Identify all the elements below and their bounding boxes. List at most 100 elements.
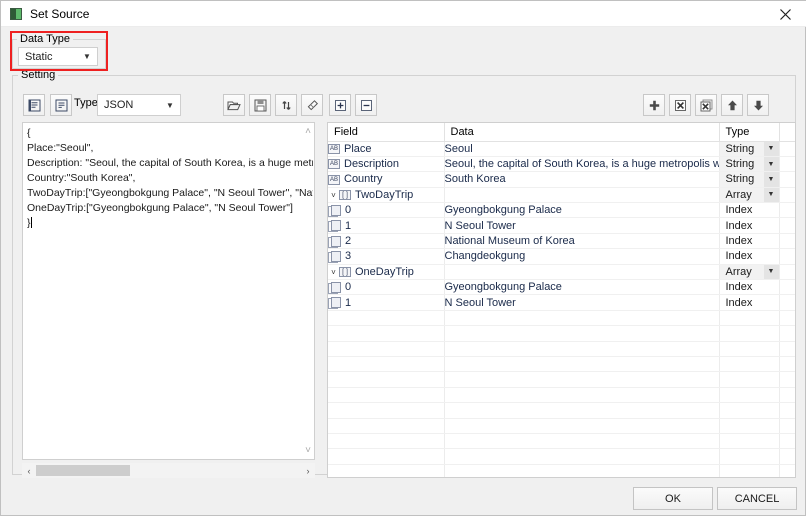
table-row-empty[interactable] (328, 464, 795, 478)
cell-data[interactable]: N Seoul Tower (444, 295, 719, 310)
cancel-button[interactable]: CANCEL (717, 487, 797, 510)
move-down-icon[interactable] (747, 94, 769, 116)
cell-type[interactable]: Index (719, 218, 779, 233)
table-row-empty[interactable] (328, 449, 795, 464)
json-text-editor[interactable]: {Place:"Seoul",Description: "Seoul, the … (22, 122, 315, 460)
chevron-down-icon[interactable]: ˅ (328, 191, 339, 200)
table-row-empty[interactable] (328, 326, 795, 341)
table-row-empty[interactable] (328, 403, 795, 418)
collapse-all-icon[interactable] (355, 94, 377, 116)
cell-type[interactable]: Array▼ (719, 187, 779, 202)
app-square-icon (10, 8, 22, 20)
column-header-field[interactable]: Field (328, 123, 444, 141)
table-row[interactable]: 0Gyeongbokgung PalaceIndex (328, 203, 795, 218)
table-row[interactable]: 1N Seoul TowerIndex (328, 295, 795, 310)
cell-field[interactable]: 0 (328, 203, 444, 218)
format-text-icon[interactable] (50, 94, 72, 116)
cell-type[interactable]: Index (719, 280, 779, 295)
table-row[interactable]: ABCountrySouth KoreaString▼ (328, 172, 795, 187)
cell-data[interactable]: Changdeokgung (444, 249, 719, 264)
cell-data (444, 464, 719, 478)
cell-data (444, 449, 719, 464)
editor-scroll-down-icon[interactable]: ˅ (305, 445, 311, 456)
cell-data[interactable]: South Korea (444, 172, 719, 187)
close-icon[interactable] (763, 1, 806, 27)
cell-field[interactable]: 1 (328, 295, 444, 310)
cell-field[interactable]: 2 (328, 233, 444, 248)
cell-field[interactable]: ˅[ ]TwoDayTrip (328, 187, 444, 202)
format-indent-icon[interactable] (23, 94, 45, 116)
cell-type[interactable]: Array▼ (719, 264, 779, 279)
cell-field[interactable]: ˅[ ]OneDayTrip (328, 264, 444, 279)
chevron-down-icon[interactable]: ▼ (764, 188, 779, 202)
index-type-icon (328, 236, 340, 247)
chevron-down-icon[interactable]: ▼ (764, 265, 779, 279)
cell-field[interactable]: 0 (328, 280, 444, 295)
cell-field[interactable]: 1 (328, 218, 444, 233)
cell-type[interactable]: String▼ (719, 172, 779, 187)
cell-data[interactable]: National Museum of Korea (444, 233, 719, 248)
field-name: 2 (345, 235, 351, 247)
column-header-type[interactable]: Type (719, 123, 779, 141)
cell-type[interactable]: Index (719, 249, 779, 264)
delete-row-icon[interactable] (669, 94, 691, 116)
cell-data[interactable]: Seoul (444, 141, 719, 156)
chevron-down-icon[interactable]: ▼ (764, 142, 779, 156)
eraser-icon[interactable] (301, 94, 323, 116)
delete-all-icon[interactable] (695, 94, 717, 116)
table-row[interactable]: 2 National Museum of KoreaIndex (328, 233, 795, 248)
cell-field[interactable]: 3 (328, 249, 444, 264)
cell-type[interactable]: Index (719, 233, 779, 248)
save-disk-icon[interactable] (249, 94, 271, 116)
table-row-empty[interactable] (328, 418, 795, 433)
table-row[interactable]: ˅[ ]TwoDayTrip Array▼ (328, 187, 795, 202)
editor-scroll-up-icon[interactable]: ˄ (305, 126, 311, 137)
table-row[interactable]: 3ChangdeokgungIndex (328, 249, 795, 264)
ok-button[interactable]: OK (633, 487, 713, 510)
cell-pad (779, 295, 795, 310)
column-header-data[interactable]: Data (444, 123, 719, 141)
chevron-down-icon[interactable]: ˅ (328, 268, 339, 277)
cell-type (719, 403, 779, 418)
cell-data[interactable]: Seoul, the capital of South Korea, is a … (444, 156, 719, 171)
chevron-down-icon[interactable]: ▼ (764, 172, 779, 186)
editor-horizontal-scrollbar[interactable]: ‹ › (22, 463, 315, 478)
table-row-empty[interactable] (328, 341, 795, 356)
cell-data[interactable] (444, 187, 719, 202)
cell-field[interactable]: ABCountry (328, 172, 444, 187)
chevron-down-icon[interactable]: ▼ (764, 157, 779, 171)
cell-pad (779, 356, 795, 371)
table-row[interactable]: ˅[ ]OneDayTrip Array▼ (328, 264, 795, 279)
add-row-icon[interactable] (643, 94, 665, 116)
cell-type[interactable]: String▼ (719, 141, 779, 156)
cell-data[interactable]: Gyeongbokgung Palace (444, 280, 719, 295)
cell-field[interactable]: ABDescription (328, 156, 444, 171)
scroll-right-icon[interactable]: › (301, 466, 315, 476)
sync-arrows-icon[interactable] (275, 94, 297, 116)
move-up-icon[interactable] (721, 94, 743, 116)
table-row-empty[interactable] (328, 433, 795, 448)
table-row-empty[interactable] (328, 372, 795, 387)
table-row[interactable]: ABDescriptionSeoul, the capital of South… (328, 156, 795, 171)
scroll-left-icon[interactable]: ‹ (22, 466, 36, 476)
table-row-empty[interactable] (328, 356, 795, 371)
table-row-empty[interactable] (328, 387, 795, 402)
index-type-icon (328, 220, 340, 231)
cell-field[interactable]: ABPlace (328, 141, 444, 156)
cell-type[interactable]: String▼ (719, 156, 779, 171)
scroll-thumb[interactable] (36, 465, 130, 476)
cell-data[interactable]: Gyeongbokgung Palace (444, 203, 719, 218)
cell-type[interactable]: Index (719, 203, 779, 218)
expand-all-icon[interactable] (329, 94, 351, 116)
table-row[interactable]: ABPlaceSeoulString▼ (328, 141, 795, 156)
folder-open-icon[interactable] (223, 94, 245, 116)
cell-data[interactable]: N Seoul Tower (444, 218, 719, 233)
scroll-track[interactable] (36, 463, 301, 478)
data-type-select[interactable]: Static ▼ (18, 47, 98, 66)
table-row-empty[interactable] (328, 310, 795, 325)
type-select[interactable]: JSON ▼ (97, 94, 181, 116)
table-row[interactable]: 0Gyeongbokgung PalaceIndex (328, 280, 795, 295)
cell-data[interactable] (444, 264, 719, 279)
table-row[interactable]: 1N Seoul TowerIndex (328, 218, 795, 233)
cell-type[interactable]: Index (719, 295, 779, 310)
